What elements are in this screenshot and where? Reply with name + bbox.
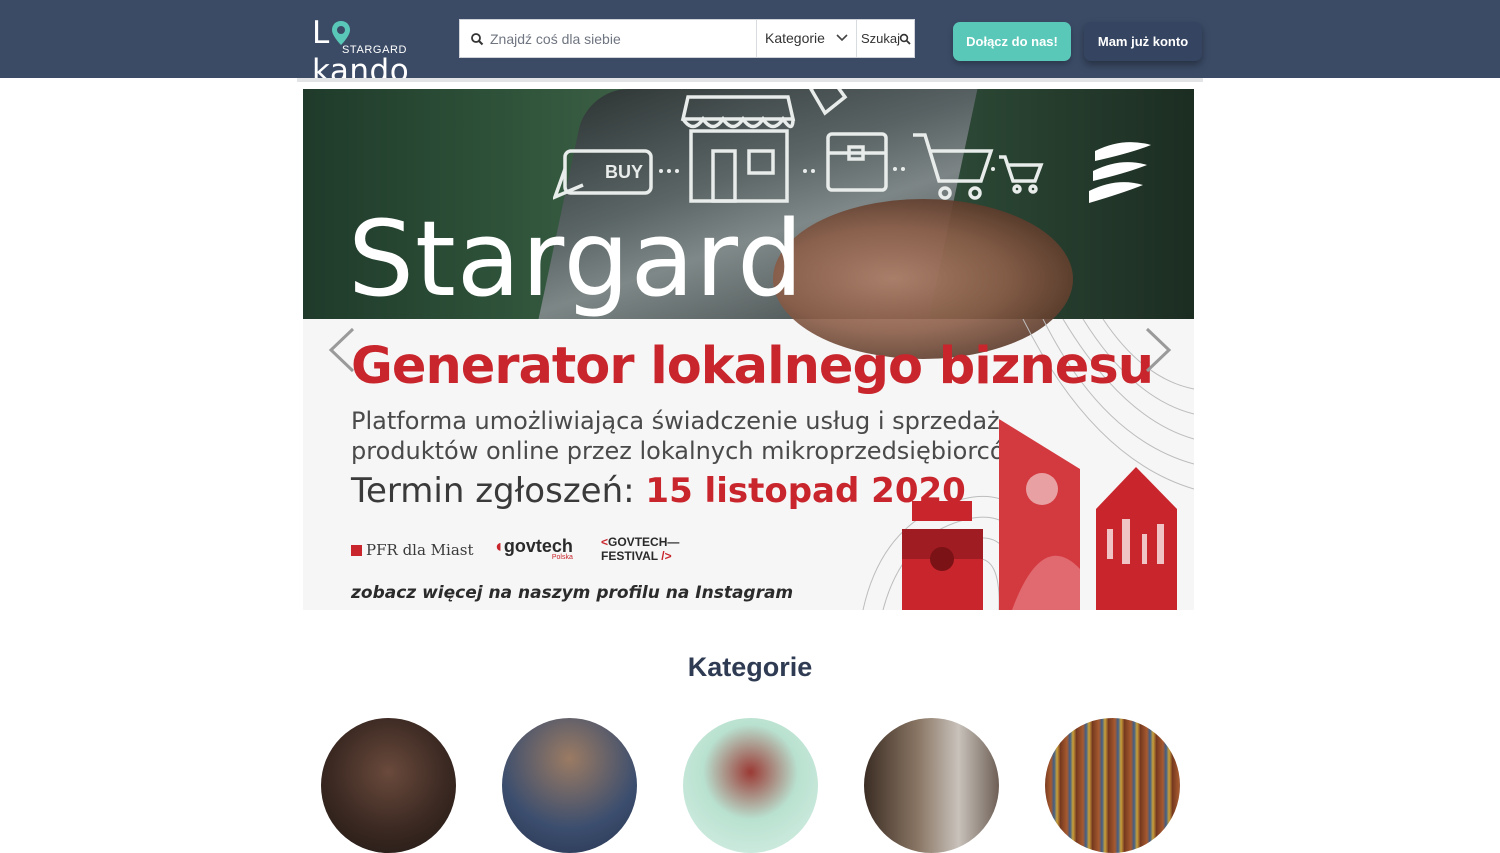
category-tile-3[interactable] [683,718,818,853]
category-tile-2[interactable] [502,718,637,853]
map-pin-icon [331,17,351,45]
search-icon [471,33,484,46]
search-bar: Kategorie Szukaj [459,19,915,58]
banner-city-name: Stargard [348,198,805,320]
ecommerce-icons: BUY [553,89,1044,203]
chevron-down-icon [836,34,848,42]
partner-pfr-logo: PFR dla Miast [351,541,474,559]
search-input[interactable] [490,20,754,57]
login-button[interactable]: Mam już konto [1084,22,1202,61]
site-logo[interactable]: Lkando STARGARD [312,14,442,89]
banner-title: Generator lokalnego biznesu [351,337,1154,396]
logo-rest: kando [312,53,410,89]
logo-letter: L [312,15,330,51]
category-tile-4[interactable] [864,718,999,853]
deadline-label: Termin zgłoszeń: [351,471,635,511]
red-photo-tiles [902,419,1177,610]
logo-city: STARGARD [342,44,408,56]
buy-label: BUY [605,162,643,182]
banner-photo: BUY Stargard [303,89,1194,359]
category-select-label: Kategorie [765,30,825,46]
search-icon [899,33,911,45]
banner-deadline: Termin zgłoszeń: 15 listopad 2020 [351,471,966,511]
slider-next-arrow[interactable] [1143,327,1173,373]
category-tile-1[interactable] [321,718,456,853]
header-divider [297,78,1203,82]
instagram-note: zobacz więcej na naszym profilu na Insta… [351,583,794,603]
category-tile-5[interactable] [1045,718,1180,853]
categories-heading: Kategorie [687,652,813,682]
hero-slider[interactable]: BUY Stargard Generator lokalnego biznesu… [303,89,1194,610]
top-navbar: Lkando STARGARD Kategorie Szukaj Dołącz … [0,0,1500,89]
partner-govtech-festival-logo: <GOVTECH— FESTIVAL /> [601,535,680,563]
search-button[interactable]: Szukaj [856,20,915,57]
category-select[interactable]: Kategorie [756,20,856,57]
join-button[interactable]: Dołącz do nas! [953,22,1071,61]
search-button-label: Szukaj [861,31,901,46]
stargard-flag-logo [1089,142,1151,203]
partner-govtech-logo: ◖govtech Polska [493,536,573,561]
slider-prev-arrow[interactable] [327,327,357,373]
